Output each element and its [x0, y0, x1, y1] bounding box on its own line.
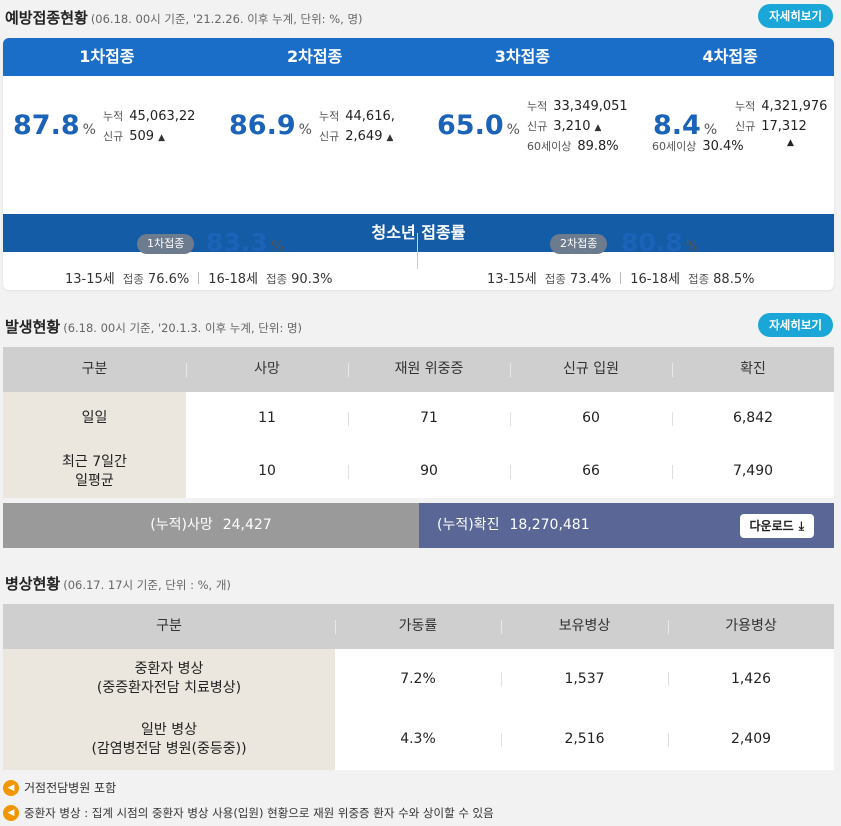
occurrence-table-header: 구분 사망 재원 위중증 신규 입원 확진: [3, 347, 834, 392]
col-category: 구분: [156, 618, 182, 635]
row-label: 일반 병상 (감염병전담 병원(중등중)): [3, 709, 335, 770]
teen-dose-2-breakdown: 13-15세 접종 73.4% 16-18세 접종 88.5%: [487, 272, 755, 287]
teen-dose-1-breakdown: 13-15세 접종 76.6% 16-18세 접종 90.3%: [65, 272, 333, 287]
download-button[interactable]: 다운로드 ⤓: [739, 514, 814, 538]
cumulative-totals-bar: (누적)사망 24,427 (누적)확진 18,270,481 다운로드 ⤓: [3, 503, 834, 548]
cell-severe: 71: [348, 392, 510, 445]
table-row: 최근 7일간 일평균 10 90 66 7,490: [3, 445, 834, 498]
dose-2-cumulative: 누적 44,616,: [319, 109, 395, 124]
col-owned-beds: 보유병상: [501, 604, 668, 649]
tab-dose-3[interactable]: 3차접종: [419, 38, 627, 76]
speaker-icon: ◀: [3, 805, 19, 821]
up-triangle-icon: ▲: [386, 133, 394, 143]
occurrence-subtitle: (6.18. 00시 기준, '20.1.3. 이후 누계, 단위: 명): [63, 321, 303, 335]
occurrence-header: 발생현황 (6.18. 00시 기준, '20.1.3. 이후 누계, 단위: 명…: [5, 312, 833, 340]
col-severe: 재원 위중증: [348, 347, 510, 392]
cell-available-beds: 2,409: [668, 709, 834, 770]
vaccination-subtitle: (06.18. 00시 기준, '21.2.26. 이후 누계, 단위: %, …: [90, 12, 363, 26]
cell-confirmed: 7,490: [672, 445, 834, 498]
note-item: ◀ 거점전담병원 포함: [3, 779, 116, 796]
dose-3-new: 신규 3,210 ▲: [527, 119, 602, 134]
teen-dose-2-rate: 80.8%: [621, 228, 699, 257]
dose-1-panel: 87.8% 누적 45,063,22 신규 509 ▲: [3, 76, 211, 214]
col-category: 구분: [81, 361, 108, 378]
up-triangle-icon: ▲: [594, 123, 602, 133]
cell-deaths: 10: [258, 463, 276, 480]
vaccination-title: 예방접종현황 (06.18. 00시 기준, '21.2.26. 이후 누계, 단…: [5, 9, 363, 27]
dose-4-cumulative: 누적 4,321,976: [735, 99, 828, 114]
dose-2-rate: 86.9%: [229, 110, 312, 141]
cell-new-admission: 66: [510, 445, 672, 498]
teen-dose-2-badge: 2차접종: [550, 234, 608, 254]
col-deaths: 사망: [186, 347, 348, 392]
teen-dose-1-badge: 1차접종: [137, 234, 195, 254]
download-icon: ⤓: [798, 519, 804, 533]
dose-4-new: 신규 17,312: [735, 119, 807, 134]
cell-utilization: 7.2%: [400, 670, 436, 687]
occurrence-detail-button[interactable]: 자세히보기: [758, 313, 833, 337]
cell-owned-beds: 2,516: [501, 709, 668, 770]
teen-dose-1-rate: 83.3%: [206, 228, 284, 257]
teen-group-2: 2차접종 80.8% 13-15세 접종 73.4% 16-18세 접종 88.5%: [418, 228, 834, 304]
dose-1-rate: 87.8%: [13, 110, 96, 141]
col-utilization: 가동률: [335, 604, 501, 649]
table-row: 일일 11 71 60 6,842: [3, 392, 834, 445]
dose-4-panel: 8.4% 누적 4,321,976 신규 17,312 60세이상 30.4% ▲: [627, 76, 834, 214]
tab-dose-4[interactable]: 4차접종: [626, 38, 834, 76]
dose-4-rate: 8.4%: [653, 110, 718, 141]
row-label: 최근 7일간 일평균: [3, 445, 186, 498]
cell-new-admission: 60: [510, 392, 672, 445]
dose-1-cumulative: 누적 45,063,22: [103, 109, 195, 124]
teen-group-1: 1차접종 83.3% 13-15세 접종 76.6% 16-18세 접종 90.3%: [3, 228, 418, 304]
cell-owned-beds: 1,537: [501, 649, 668, 709]
table-row: 일반 병상 (감염병전담 병원(중등중)) 4.3% 2,516 2,409: [3, 709, 834, 770]
note-item: ◀ 중환자 병상 : 집계 시점의 중환자 병상 사용(입원) 현황으로 재원 위…: [3, 805, 494, 821]
beds-title: 병상현황 (06.17. 17시 기준, 단위 : %, 개): [5, 575, 231, 593]
col-confirmed: 확진: [672, 347, 834, 392]
dose-tabs: 1차접종 2차접종 3차접종 4차접종: [3, 38, 834, 76]
cumulative-confirmed: (누적)확진 18,270,481 다운로드 ⤓: [419, 503, 834, 548]
dose-3-age60: 60세이상 89.8%: [527, 139, 619, 154]
beds-subtitle: (06.17. 17시 기준, 단위 : %, 개): [63, 578, 231, 592]
dose-2-new: 신규 2,649 ▲: [319, 129, 394, 144]
dose-1-new: 신규 509 ▲: [103, 129, 165, 144]
beds-table: 구분 가동률 보유병상 가용병상 중환자 병상 (중증환자전담 치료병상) 7.…: [3, 604, 834, 770]
cumulative-deaths: (누적)사망 24,427: [3, 503, 419, 548]
dose-2-panel: 86.9% 누적 44,616, 신규 2,649 ▲: [211, 76, 419, 214]
row-label: 일일: [3, 392, 186, 445]
row-label: 중환자 병상 (중증환자전담 치료병상): [3, 649, 335, 709]
col-new-admission: 신규 입원: [510, 347, 672, 392]
cell-available-beds: 1,426: [668, 649, 834, 709]
beds-header: 병상현황 (06.17. 17시 기준, 단위 : %, 개): [5, 569, 833, 597]
cell-confirmed: 6,842: [672, 392, 834, 445]
speaker-icon: ◀: [3, 779, 19, 796]
dose-3-cumulative: 누적 33,349,051: [527, 99, 627, 114]
tab-dose-1[interactable]: 1차접종: [3, 38, 211, 76]
occurrence-table: 구분 사망 재원 위중증 신규 입원 확진 일일 11 71 60 6,842 …: [3, 347, 834, 498]
tab-dose-2[interactable]: 2차접종: [211, 38, 419, 76]
occurrence-title: 발생현황 (6.18. 00시 기준, '20.1.3. 이후 누계, 단위: 명…: [5, 318, 303, 336]
cell-utilization: 4.3%: [400, 731, 436, 748]
vaccination-header: 예방접종현황 (06.18. 00시 기준, '21.2.26. 이후 누계, 단…: [5, 3, 833, 31]
dose-3-panel: 65.0% 누적 33,349,051 신규 3,210 ▲ 60세이상 89.8%: [419, 76, 627, 214]
up-triangle-icon: ▲: [158, 133, 165, 143]
col-available-beds: 가용병상: [668, 604, 834, 649]
cell-severe: 90: [348, 445, 510, 498]
up-triangle-icon: ▲: [787, 138, 794, 148]
beds-table-header: 구분 가동률 보유병상 가용병상: [3, 604, 834, 649]
vaccination-detail-button[interactable]: 자세히보기: [758, 4, 833, 28]
dose-4-age60: 60세이상 30.4%: [652, 139, 744, 154]
table-row: 중환자 병상 (중증환자전담 치료병상) 7.2% 1,537 1,426: [3, 649, 834, 709]
cell-deaths: 11: [258, 410, 276, 427]
dose-3-rate: 65.0%: [437, 110, 520, 141]
